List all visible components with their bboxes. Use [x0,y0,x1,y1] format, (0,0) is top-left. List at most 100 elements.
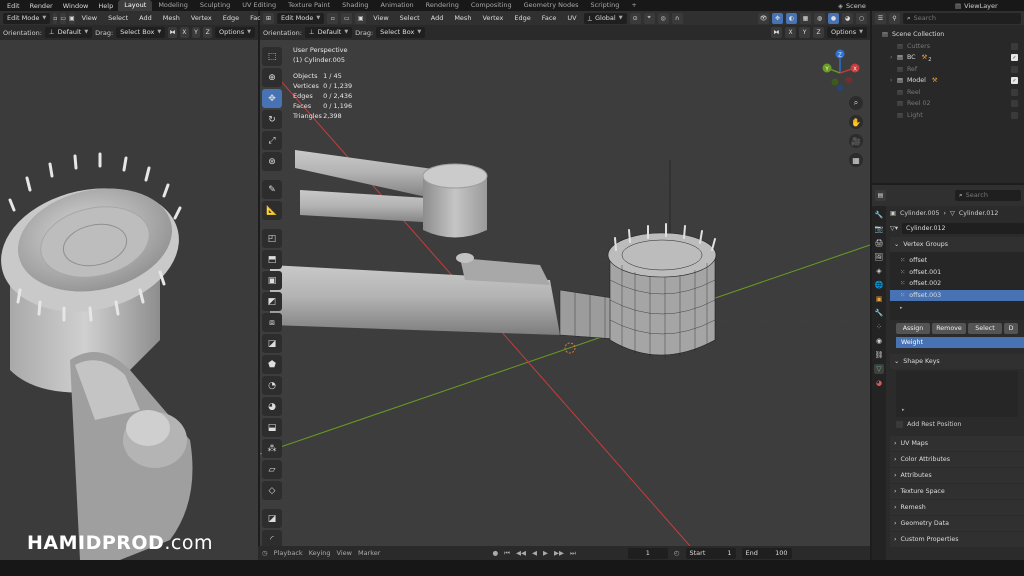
solid-shading-icon[interactable]: ● [828,12,839,24]
extrude-tool-icon[interactable]: ⬒ [262,250,282,269]
start-frame-field[interactable]: Start 1 [685,547,736,559]
shape-keys-panel-header[interactable]: ⌄ Shape Keys [890,354,1024,369]
workspace-tab-uv-editing[interactable]: UV Editing [236,0,282,11]
add-cube-tool-icon[interactable]: ◰ [262,229,282,248]
options-dropdown[interactable]: Options ▼ [827,27,867,38]
physics-tab-icon[interactable]: ◉ [874,336,884,346]
outliner-item[interactable]: ▤ Cutters [882,41,1024,53]
visibility-icon[interactable]: 👁 [758,12,769,24]
left-menu-select[interactable]: Select [104,14,132,22]
menu-edge[interactable]: Edge [510,14,534,22]
timeline-editor-icon[interactable]: ◷ [262,549,268,557]
boxcutter-tool-icon[interactable]: ◪ [262,509,282,528]
perspective-grid-icon[interactable]: ▦ [849,153,863,167]
left-viewport-closeup[interactable] [0,40,258,560]
gizmo-toggle-icon[interactable]: ✥ [772,12,783,24]
vertex-group-item[interactable]: ⁙ offset.001 [890,267,1024,279]
collection-checkbox[interactable] [1011,100,1018,107]
workspace-tab-animation[interactable]: Animation [375,0,420,11]
poly-build-tool-icon[interactable]: ⬟ [262,355,282,374]
workspace-tab-sculpting[interactable]: Sculpting [194,0,236,11]
menu-window[interactable]: Window [58,2,94,10]
clock-icon[interactable]: ◴ [674,549,680,557]
collapsed-section-header[interactable]: › Color Attributes [890,452,1024,467]
add-rest-position-checkbox[interactable] [896,421,903,428]
scene-tab-icon[interactable]: ◈ [874,266,884,276]
zoom-icon[interactable]: ⌕ [849,96,863,110]
menu-mesh[interactable]: Mesh [450,14,475,22]
outliner-item[interactable]: ▤ Reel [882,87,1024,99]
collapsed-section-header[interactable]: › UV Maps [890,436,1024,451]
view-layer-tab-icon[interactable]: 🖼 [874,252,884,262]
left-mode-dropdown[interactable]: Edit Mode ▼ [3,12,51,24]
workspace-tab-shading[interactable]: Shading [336,0,374,11]
xray-icon[interactable]: ▦ [800,12,811,24]
workspace-tab-compositing[interactable]: Compositing [465,0,518,11]
list-expand-icon[interactable]: ▸ [890,305,1024,311]
camera-view-icon[interactable]: 🎥 [849,134,863,148]
overlays-toggle-icon[interactable]: ◐ [786,12,797,24]
remove-button[interactable]: Remove [932,323,966,334]
object-tab-icon[interactable]: ▣ [874,294,884,304]
collection-checkbox[interactable]: ✓ [1011,77,1018,84]
workspace-tab-texture-paint[interactable]: Texture Paint [282,0,336,11]
smooth-tool-icon[interactable]: ◕ [262,397,282,416]
vertex-select-icon[interactable]: ▫ [53,12,58,24]
record-icon[interactable]: ● [492,549,498,557]
menu-edit[interactable]: Edit [2,2,25,10]
outliner-item[interactable]: › ▤ BC ⚒ 2 ✓ [882,52,1024,64]
shrink-fatten-tool-icon[interactable]: ⁂ [262,439,282,458]
rotate-tool-icon[interactable]: ↻ [262,110,282,129]
left-orientation-dropdown[interactable]: ⊥ Default ▼ [44,27,93,38]
end-frame-field[interactable]: End 100 [741,547,792,559]
face-select-icon[interactable]: ▣ [68,12,75,24]
collapsed-section-header[interactable]: › Geometry Data [890,516,1024,531]
outliner-item[interactable]: ▤ Ref [882,64,1024,76]
shear-tool-icon[interactable]: ▱ [262,460,282,479]
pan-hand-icon[interactable]: ✋ [849,115,863,129]
particles-tab-icon[interactable]: ⁘ [874,322,884,332]
transform-tool-icon[interactable]: ⊛ [262,152,282,171]
snap-icon[interactable]: ⌖ [643,12,655,24]
scene-selector[interactable]: ◈ Scene [838,0,866,11]
view-layer-selector[interactable]: ▤ ViewLayer [955,0,998,11]
left-options-dropdown[interactable]: Options ▼ [215,27,255,38]
mesh-data-tab-icon[interactable]: ▽ [874,364,884,374]
left-menu-mesh[interactable]: Mesh [159,14,184,22]
workspace-tab-modeling[interactable]: Modeling [152,0,194,11]
workspace-tab-scripting[interactable]: Scripting [584,0,625,11]
next-keyframe-icon[interactable]: ▶▶ [554,549,564,557]
workspace-tab-geometry-nodes[interactable]: Geometry Nodes [518,0,585,11]
menu-view[interactable]: View [369,14,392,22]
measure-tool-icon[interactable]: 📐 [262,201,282,220]
modifier-tab-icon[interactable]: 🔧 [874,308,884,318]
prev-keyframe-icon[interactable]: ◀◀ [516,549,526,557]
menu-face[interactable]: Face [538,14,561,22]
edge-slide-tool-icon[interactable]: ⬓ [262,418,282,437]
outliner-item[interactable]: ▤ Reel 02 [882,98,1024,110]
navigation-gizmo[interactable]: Z X Y [815,48,865,98]
timeline-view-menu[interactable]: View [337,549,352,557]
left-menu-view[interactable]: View [78,14,101,22]
expand-chevron-icon[interactable]: › [890,54,897,61]
orientation-dropdown[interactable]: ⊥ Default ▼ [304,27,353,38]
play-icon[interactable]: ▶ [543,549,548,557]
collection-checkbox[interactable]: ✓ [1011,54,1018,61]
select-box-tool-icon[interactable]: ⬚ [262,47,282,66]
outliner-filter-icon[interactable]: ⚲ [889,12,900,24]
collection-checkbox[interactable] [1011,88,1018,96]
vertex-group-item[interactable]: ⁙ offset.003 [890,289,1024,301]
move-tool-icon[interactable]: ✥ [262,89,282,108]
deselect-button[interactable]: D [1004,323,1018,334]
properties-search[interactable]: ⌕ Search [955,190,1021,201]
menu-select[interactable]: Select [396,14,424,22]
annotate-tool-icon[interactable]: ✎ [262,180,282,199]
mirror-icon[interactable]: ⧓ [168,27,177,38]
collection-checkbox[interactable] [1011,65,1018,73]
menu-vertex[interactable]: Vertex [478,14,507,22]
left-axis-x[interactable]: X [179,27,189,38]
menu-render[interactable]: Render [25,2,58,10]
outliner-editor-icon[interactable]: ☰ [875,12,886,24]
inset-tool-icon[interactable]: ▣ [262,271,282,290]
axis-y-toggle[interactable]: Y [799,27,811,38]
